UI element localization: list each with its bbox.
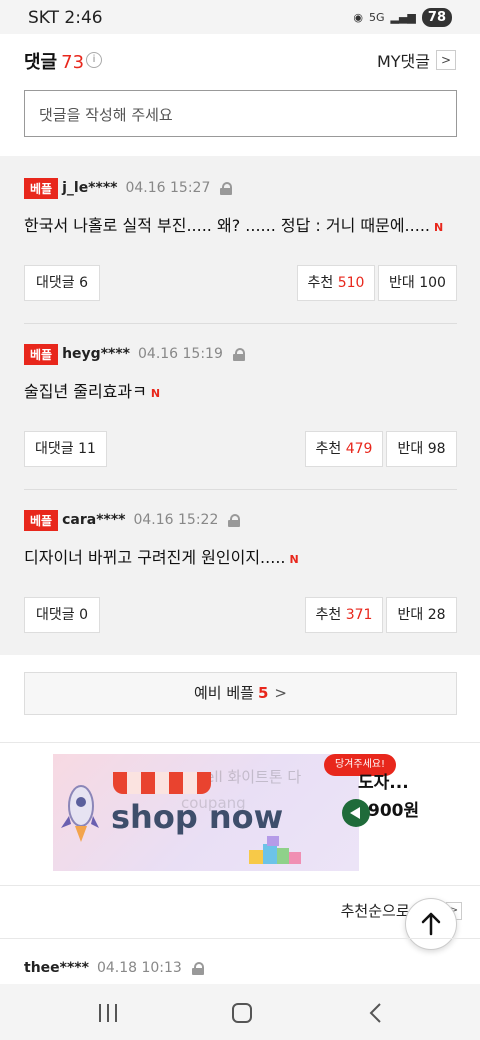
share-icon[interactable] [342, 799, 370, 827]
comments-header: 댓글 73 i MY댓글 > [0, 46, 480, 76]
divider [24, 489, 457, 490]
status-time: SKT 2:46 [28, 8, 103, 28]
reply-button[interactable]: 대댓글 0 [24, 597, 100, 633]
comment-body: 술집년 줄리효과ㅋ [24, 382, 147, 401]
comment-item: 베플 j_le**** 04.16 15:27 한국서 나홀로 실적 부진...… [24, 177, 457, 328]
blocks-icon [249, 836, 301, 864]
divider [0, 742, 480, 743]
more-best-count: 5 [257, 684, 269, 702]
downvote-button[interactable]: 반대 28 [386, 597, 457, 633]
comment-meta: 베플 cara**** 04.16 15:22 [24, 509, 241, 531]
system-nav-bar [0, 984, 480, 1040]
comment-text: 디자이너 바뀌고 구려진게 원인이지..... N [24, 544, 299, 568]
rocket-icon [61, 785, 99, 842]
lock-icon[interactable] [191, 961, 204, 975]
awning-graphic [113, 772, 211, 794]
comment-user[interactable]: thee**** [24, 960, 89, 976]
comment-time: 04.16 15:27 [125, 180, 211, 196]
downvote-label: 반대 [389, 275, 415, 291]
reply-button[interactable]: 대댓글 11 [24, 431, 107, 467]
info-icon[interactable]: i [86, 52, 102, 68]
best-comments: 베플 j_le**** 04.16 15:27 한국서 나홀로 실적 부진...… [0, 156, 480, 655]
more-best-button[interactable]: 예비 베플 5 > [24, 672, 457, 715]
upvote-count: 371 [345, 607, 373, 623]
upvote-button[interactable]: 추천 371 [305, 597, 383, 633]
comment-input[interactable]: 댓글을 작성해 주세요 [24, 90, 457, 137]
ad-price: 900원 [368, 801, 420, 821]
arrow-up-icon [421, 912, 441, 936]
new-icon: N [434, 221, 444, 234]
divider [0, 885, 480, 886]
upvote-button[interactable]: 추천 510 [297, 265, 375, 301]
chevron-right-icon: > [274, 684, 287, 702]
comment-time: 04.16 15:22 [133, 512, 219, 528]
downvote-count: 98 [427, 441, 446, 457]
comment-meta: 베플 j_le**** 04.16 15:27 [24, 177, 233, 199]
chevron-right-icon: > [436, 50, 456, 70]
ad-headline: shop now [111, 798, 284, 836]
downvote-button[interactable]: 반대 98 [386, 431, 457, 467]
comment-count: 73 [61, 52, 85, 73]
comment-item: 베플 heyg**** 04.16 15:19 술집년 줄리효과ㅋ N 대댓글 1… [24, 343, 457, 494]
upvote-label: 추천 [307, 275, 334, 291]
scroll-top-button[interactable] [405, 898, 457, 950]
back-icon[interactable] [368, 1002, 382, 1024]
best-badge: 베플 [24, 509, 59, 531]
lock-icon[interactable] [220, 181, 233, 195]
status-icons: ◉ 5G ▂▄▆ 78 [353, 8, 452, 27]
comment-user[interactable]: cara**** [62, 512, 125, 528]
downvote-label: 반대 [397, 607, 424, 623]
downvote-label: 반대 [397, 441, 424, 457]
comment-text: 한국서 나홀로 실적 부진..... 왜? ...... 정답 : 거니 때문에… [24, 212, 443, 236]
ad-banner[interactable]: ...sell 화이트톤 다 coupang shop now [53, 754, 359, 871]
comment-user[interactable]: heyg**** [62, 346, 130, 362]
upvote-count: 479 [345, 441, 373, 457]
upvote-label: 추천 [315, 441, 342, 457]
upvote-label: 추천 [315, 607, 342, 623]
battery-badge: 78 [421, 8, 452, 27]
comment-time: 04.18 10:13 [96, 960, 182, 976]
downvote-count: 100 [419, 275, 446, 291]
comment-user[interactable]: j_le**** [62, 180, 117, 196]
divider [0, 938, 480, 939]
comment-body: 디자이너 바뀌고 구려진게 원인이지..... [24, 548, 286, 567]
home-icon[interactable] [232, 1003, 252, 1023]
downvote-button[interactable]: 반대 100 [378, 265, 457, 301]
title-label: 댓글 [24, 52, 58, 73]
comment-meta: 베플 heyg**** 04.16 15:19 [24, 343, 245, 365]
new-icon: N [150, 387, 161, 400]
more-best-label: 예비 베플 [194, 684, 254, 702]
comment-meta: thee**** 04.18 10:13 [24, 960, 204, 976]
my-comments-label: MY댓글 [376, 52, 430, 71]
page-title: 댓글 73 [24, 48, 84, 74]
signal-icon: ◉ [353, 11, 363, 24]
downvote-count: 28 [427, 607, 446, 623]
comment-body: 한국서 나홀로 실적 부진..... 왜? ...... 정답 : 거니 때문에… [24, 216, 430, 235]
comment-text: 술집년 줄리효과ㅋ N [24, 378, 160, 402]
lock-icon[interactable] [232, 347, 245, 361]
signal-bars-icon: ▂▄▆ [390, 11, 416, 24]
network-badge: 5G [368, 11, 385, 24]
lock-icon[interactable] [228, 513, 241, 527]
new-icon: N [289, 553, 299, 566]
recent-apps-icon[interactable] [98, 1004, 118, 1022]
upvote-count: 510 [337, 275, 365, 291]
best-badge: 베플 [24, 343, 59, 365]
comment-time: 04.16 15:19 [138, 346, 223, 362]
my-comments-link[interactable]: MY댓글 > [377, 48, 456, 72]
ad-title[interactable]: 도자... [358, 768, 409, 793]
reply-button[interactable]: 대댓글 6 [24, 265, 100, 301]
comment-item: 베플 cara**** 04.16 15:22 디자이너 바뀌고 구려진게 원인… [24, 509, 457, 650]
best-badge: 베플 [24, 177, 59, 199]
status-bar: SKT 2:46 ◉ 5G ▂▄▆ 78 [0, 0, 480, 34]
upvote-button[interactable]: 추천 479 [305, 431, 383, 467]
divider [24, 323, 457, 324]
